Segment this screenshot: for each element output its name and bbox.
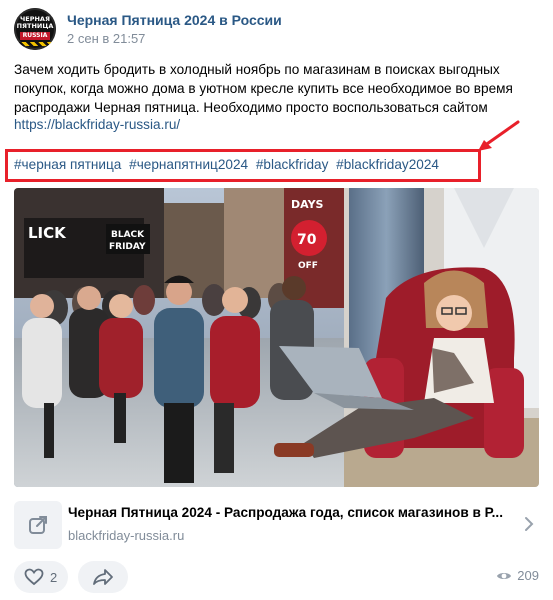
chevron-right-icon <box>525 517 534 531</box>
post: ЧЕРНАЯ ПЯТНИЦА RUSSIA Черная Пятница 202… <box>0 0 553 600</box>
avatar-text-main: ЧЕРНАЯ ПЯТНИЦА <box>16 15 54 30</box>
post-date[interactable]: 2 сен в 21:57 <box>67 31 145 46</box>
link-card-title: Черная Пятница 2024 - Распродажа года, с… <box>68 505 503 520</box>
shop-sign-left: LICK <box>28 224 67 242</box>
share-button[interactable] <box>78 561 128 593</box>
heart-icon <box>24 568 44 586</box>
post-image[interactable]: LICK BLACK FRIDAY DAYS 70 OFF <box>14 188 539 487</box>
hashtags: #черная пятница #чернапятниц2024 #blackf… <box>14 157 443 172</box>
shop-sign-black: BLACK <box>111 230 145 240</box>
post-text: Зачем ходить бродить в холодный ноябрь п… <box>14 62 513 115</box>
post-url-link[interactable]: https://blackfriday-russia.ru/ <box>14 117 180 132</box>
like-count: 2 <box>50 569 58 585</box>
link-preview-card[interactable]: Черная Пятница 2024 - Распродажа года, с… <box>14 495 539 553</box>
hashtag-link[interactable]: #чернапятниц2024 <box>129 157 248 172</box>
link-card-domain: blackfriday-russia.ru <box>68 528 185 543</box>
shop-sign-off: OFF <box>298 261 318 271</box>
views-count: 209 <box>517 568 539 583</box>
eye-icon <box>497 572 512 579</box>
hashtag-link[interactable]: #черная пятница <box>14 157 121 172</box>
shop-sign-percent: 70 <box>297 232 317 248</box>
shop-sign-friday: FRIDAY <box>109 242 146 252</box>
group-name-link[interactable]: Черная Пятница 2024 в России <box>67 12 282 28</box>
group-avatar[interactable]: ЧЕРНАЯ ПЯТНИЦА RUSSIA <box>14 8 56 50</box>
shop-sign-days: DAYS <box>291 198 324 211</box>
avatar-warning-stripe <box>17 42 53 46</box>
like-button[interactable]: 2 <box>14 561 68 593</box>
avatar-text-russia: RUSSIA <box>20 32 50 40</box>
external-link-icon <box>14 501 62 549</box>
views-counter: 209 <box>496 568 539 583</box>
illustration: LICK BLACK FRIDAY DAYS 70 OFF <box>14 188 539 487</box>
hashtag-link[interactable]: #blackfriday2024 <box>336 157 439 172</box>
share-icon <box>93 569 113 585</box>
hashtag-link[interactable]: #blackfriday <box>256 157 329 172</box>
